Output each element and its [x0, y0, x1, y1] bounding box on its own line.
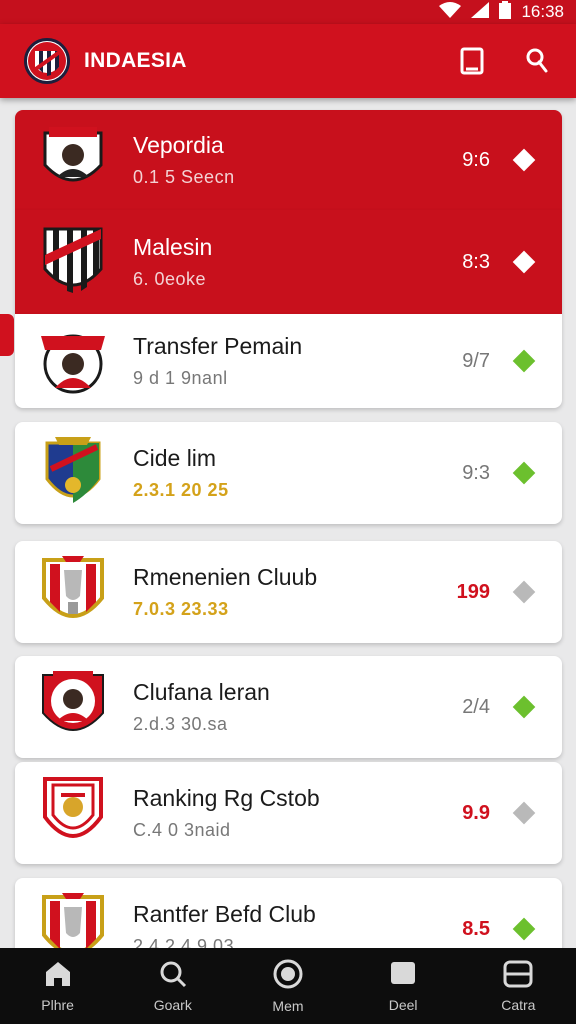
item-title: Cide lim [133, 445, 217, 471]
status-bar: 16:38 [0, 0, 576, 24]
square-icon [389, 960, 417, 993]
diamond-icon [512, 148, 536, 172]
player-crest-badge [37, 124, 109, 196]
item-score: 199 [456, 580, 490, 603]
nav-item-ball[interactable]: Mem [243, 959, 333, 1014]
bottom-nav: Plhre Goark Mem Deel Catra [0, 948, 576, 1024]
list-item[interactable]: Transfer Pemain 9 d 1 9nanl 9/7 [15, 314, 562, 408]
nav-item-catra[interactable]: Catra [473, 960, 563, 1013]
app-bar: INDAESIA [0, 24, 576, 98]
nav-label: Catra [501, 996, 536, 1013]
item-subtitle: 7.0.3 23.33 [133, 599, 229, 619]
item-subtitle: 2.3.1 20 25 [133, 480, 229, 500]
striped-shield-badge [37, 226, 109, 298]
home-icon [44, 960, 72, 993]
app-logo [24, 38, 70, 84]
nav-label: Deel [388, 996, 418, 1013]
item-score: 9:6 [462, 148, 490, 171]
club-shield-badge [37, 437, 109, 509]
player-crest-badge [37, 671, 109, 743]
list-item[interactable]: Ranking Rg Cstob C.4 0 3naid 9.9 [15, 762, 562, 864]
list-item[interactable]: Rmenenien Cluub 7.0.3 23.33 199 [15, 541, 562, 643]
nav-item-search[interactable]: Goark [128, 960, 218, 1013]
item-title: Ranking Rg Cstob [133, 785, 320, 811]
list-item[interactable]: Cide lim 2.3.1 20 25 9:3 [15, 422, 562, 524]
item-subtitle: 6. 0eoke [133, 269, 207, 289]
item-title: Malesin [133, 234, 213, 260]
status-time: 16:38 [521, 2, 564, 21]
trophy-badge [37, 893, 109, 948]
red-crest-badge [37, 777, 109, 849]
drawer-handle[interactable] [0, 314, 14, 356]
app-title: INDAESIA [84, 49, 187, 72]
item-score: 9/7 [462, 349, 490, 372]
item-subtitle: 0.1 5 Seecn [133, 167, 235, 187]
wifi-icon [439, 1, 462, 23]
player-crest-badge [37, 325, 109, 397]
nav-label: Mem [272, 997, 304, 1014]
item-title: Clufana leran [133, 679, 270, 705]
signal-icon [471, 1, 490, 23]
news-list: Vepordia 0.1 5 Seecn 9:6 Malesin 6. 0eok… [0, 98, 576, 948]
diamond-icon [512, 580, 536, 604]
item-subtitle: 2.4 2 4 9 03 [133, 936, 235, 948]
list-item[interactable]: Rantfer Befd Club 2.4 2 4 9 03 8.5 [15, 878, 562, 948]
item-score: 2/4 [462, 695, 490, 718]
list-item[interactable]: Malesin 6. 0eoke 8:3 [15, 210, 562, 314]
item-subtitle: 9 d 1 9nanl [133, 368, 228, 388]
item-subtitle: 2.d.3 30.sa [133, 714, 228, 734]
diamond-icon [512, 461, 536, 485]
item-title: Transfer Pemain [133, 333, 303, 359]
item-title: Rmenenien Cluub [133, 564, 318, 590]
list-item[interactable]: Vepordia 0.1 5 Seecn 9:6 [15, 110, 562, 210]
item-title: Vepordia [133, 132, 224, 158]
diamond-icon [512, 695, 536, 719]
nav-item-home[interactable]: Plhre [13, 960, 103, 1013]
item-score: 8.5 [462, 917, 490, 940]
ball-icon [273, 959, 303, 994]
diamond-icon [512, 801, 536, 825]
battery-icon [499, 0, 512, 24]
item-score: 8:3 [462, 250, 490, 273]
card-icon [503, 960, 533, 993]
diamond-icon [512, 917, 536, 941]
nav-label: Goark [153, 996, 192, 1013]
trophy-badge [37, 556, 109, 628]
diamond-icon [512, 250, 536, 274]
item-subtitle: C.4 0 3naid [133, 820, 231, 840]
bookmark-icon[interactable] [454, 43, 490, 79]
item-title: Rantfer Befd Club [133, 901, 316, 927]
item-score: 9.9 [462, 801, 490, 824]
nav-item-deel[interactable]: Deel [358, 960, 448, 1013]
profile-icon[interactable] [518, 43, 554, 79]
diamond-icon [512, 349, 536, 373]
nav-label: Plhre [41, 996, 74, 1013]
list-item[interactable]: Clufana leran 2.d.3 30.sa 2/4 [15, 656, 562, 758]
item-score: 9:3 [462, 461, 490, 484]
search-icon [159, 960, 187, 993]
